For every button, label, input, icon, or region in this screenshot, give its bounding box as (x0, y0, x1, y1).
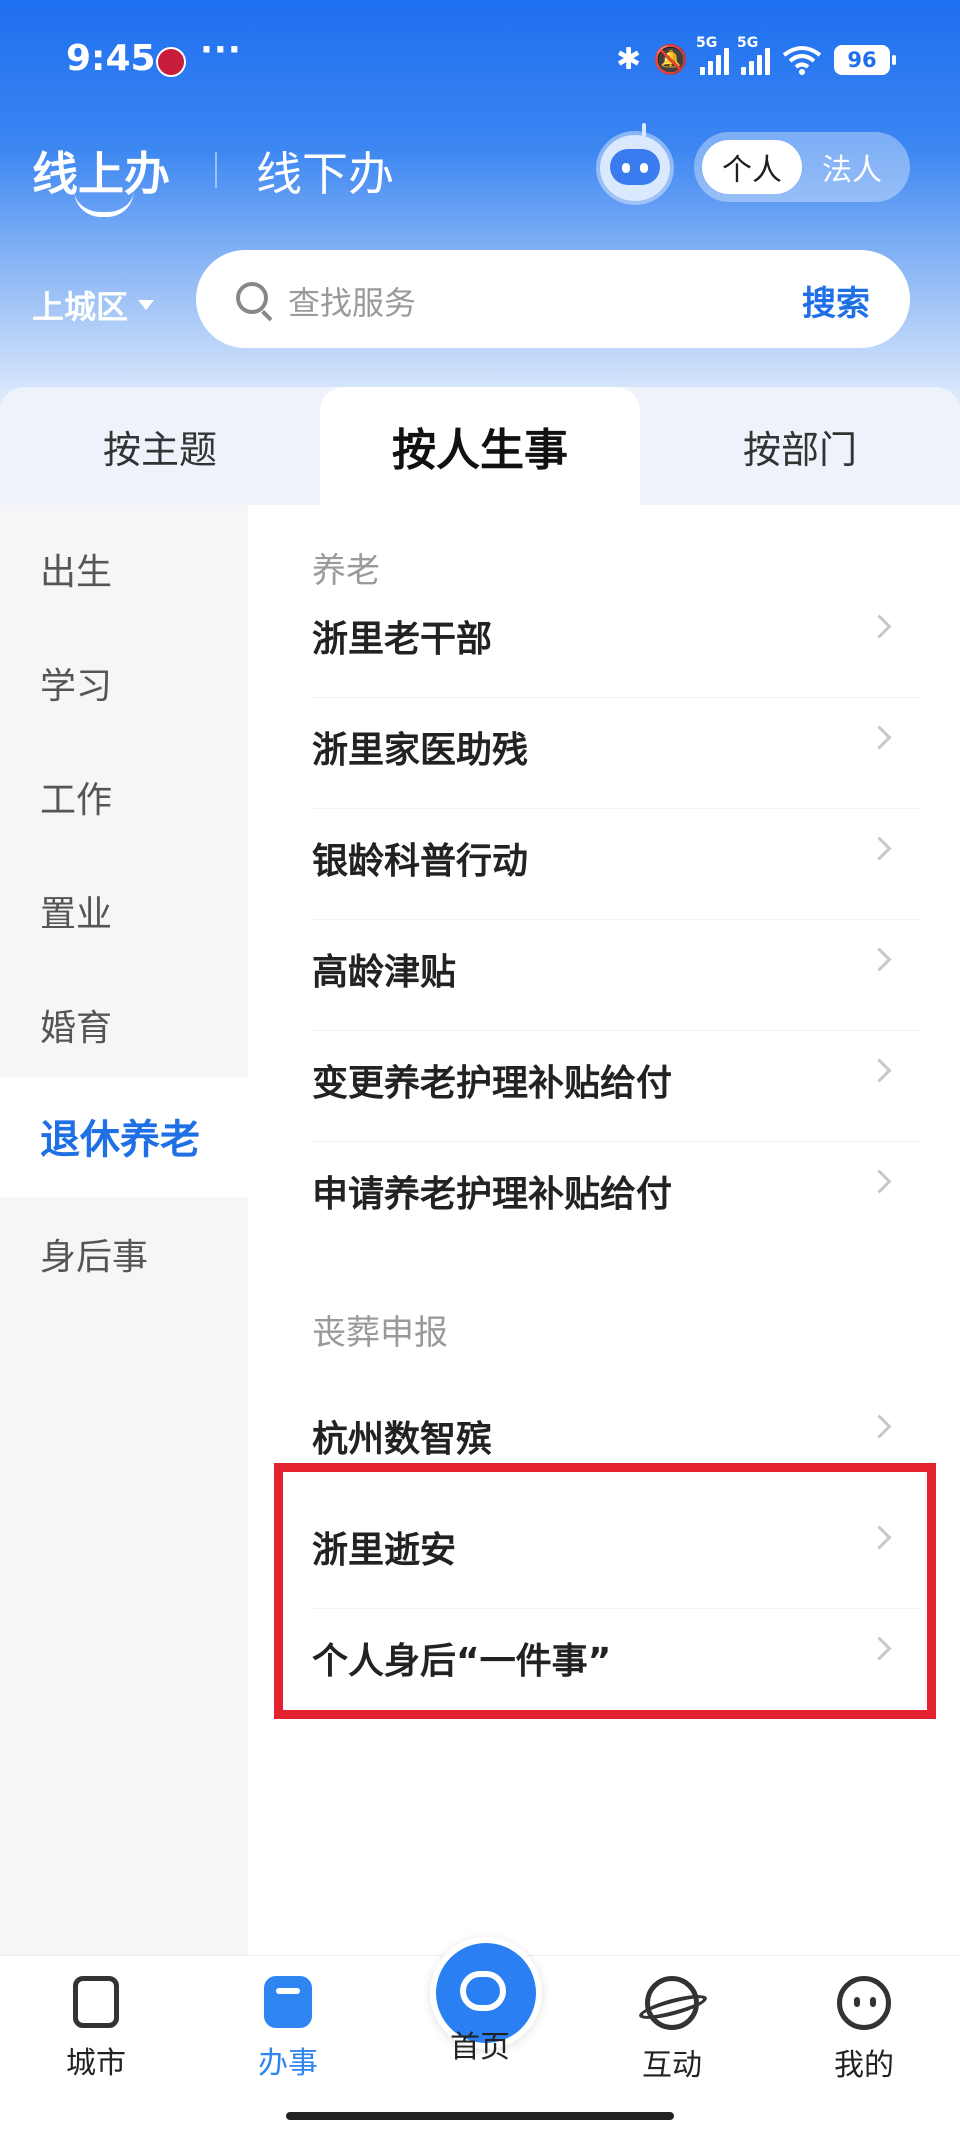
battery-icon: 96 (834, 44, 896, 75)
search-bar[interactable]: 查找服务 搜索 (196, 250, 910, 348)
divider (312, 919, 922, 920)
caret-down-icon (138, 300, 155, 310)
section-title-elderly: 养老 (312, 551, 380, 591)
chevron-right-icon (867, 947, 892, 972)
signal-icon: 5G (696, 35, 729, 75)
sidebar-item-label: 退休养老 (40, 1117, 200, 1163)
status-right: ✱ 🔕 5G 5G 96 (615, 35, 896, 77)
list-item[interactable]: 高龄津贴 (312, 923, 892, 1003)
status-bar: 9:45 ··· ✱ 🔕 5G 5G 96 (0, 0, 960, 120)
list-item[interactable]: 申请养老护理补贴给付 (312, 1145, 892, 1225)
tab-by-department[interactable]: 按部门 (640, 387, 960, 505)
sidebar-item-after-death[interactable]: 身后事 (40, 1228, 148, 1280)
nav-affairs[interactable]: 办事 (228, 1976, 348, 2082)
sidebar-item-marriage[interactable]: 婚育 (40, 999, 112, 1051)
mute-icon: 🔕 (653, 43, 688, 76)
signal-icon-2: 5G (737, 35, 770, 75)
sidebar-item-retirement[interactable]: 退休养老 (0, 1077, 248, 1197)
face-icon (837, 1976, 891, 2030)
nav-interact[interactable]: 互动 (612, 1976, 732, 2084)
user-type-toggle[interactable]: 个人 法人 (694, 132, 910, 202)
list-item[interactable]: 浙里家医助残 (312, 701, 892, 781)
list-item[interactable]: 浙里老干部 (312, 590, 892, 670)
list-item[interactable]: 变更养老护理补贴给付 (312, 1034, 892, 1114)
app-notification-icon (156, 47, 186, 77)
tab-by-theme[interactable]: 按主题 (0, 387, 320, 505)
list-item[interactable]: 银龄科普行动 (312, 812, 892, 892)
list-item[interactable]: 杭州数智殡 (312, 1390, 892, 1470)
chevron-right-icon (867, 725, 892, 750)
nav-city[interactable]: 城市 (36, 1976, 156, 2082)
divider (312, 697, 922, 698)
divider (312, 1030, 922, 1031)
status-time: 9:45 (66, 38, 156, 79)
bluetooth-icon: ✱ (615, 42, 642, 77)
home-indicator (286, 2112, 674, 2120)
affairs-icon (264, 1976, 312, 2028)
search-button[interactable]: 搜索 (802, 276, 870, 325)
toggle-legal[interactable]: 法人 (802, 140, 902, 194)
chevron-right-icon (867, 1169, 892, 1194)
district-selector[interactable]: 上城区 (32, 282, 155, 328)
highlight-box (274, 1463, 936, 1719)
section-title-funeral: 丧葬申报 (312, 1313, 448, 1353)
chevron-right-icon (867, 1414, 892, 1439)
category-tabs: 按主题 按人生事 按部门 (0, 387, 960, 505)
sidebar-item-work[interactable]: 工作 (40, 771, 112, 823)
nav-home-label[interactable]: 首页 (420, 2022, 540, 2066)
tab-offline[interactable]: 线下办 (256, 138, 394, 204)
planet-icon (645, 1976, 699, 2030)
sidebar-item-study[interactable]: 学习 (40, 657, 112, 709)
divider (312, 808, 922, 809)
city-icon (73, 1976, 119, 2028)
sidebar-item-birth[interactable]: 出生 (40, 543, 112, 595)
toggle-personal[interactable]: 个人 (702, 140, 802, 194)
district-label: 上城区 (32, 288, 129, 326)
nav-mine[interactable]: 我的 (804, 1976, 924, 2084)
chevron-right-icon (867, 1058, 892, 1083)
sidebar-item-property[interactable]: 置业 (40, 885, 112, 937)
search-input[interactable]: 查找服务 (288, 278, 416, 324)
header-divider (215, 152, 217, 188)
assistant-robot-icon[interactable] (600, 123, 670, 201)
wifi-icon (782, 45, 822, 75)
chevron-right-icon (867, 836, 892, 861)
search-icon (236, 282, 268, 314)
chevron-right-icon (867, 614, 892, 639)
tab-by-life-event[interactable]: 按人生事 (320, 387, 640, 505)
more-dots: ··· (200, 30, 242, 70)
divider (312, 1141, 922, 1142)
